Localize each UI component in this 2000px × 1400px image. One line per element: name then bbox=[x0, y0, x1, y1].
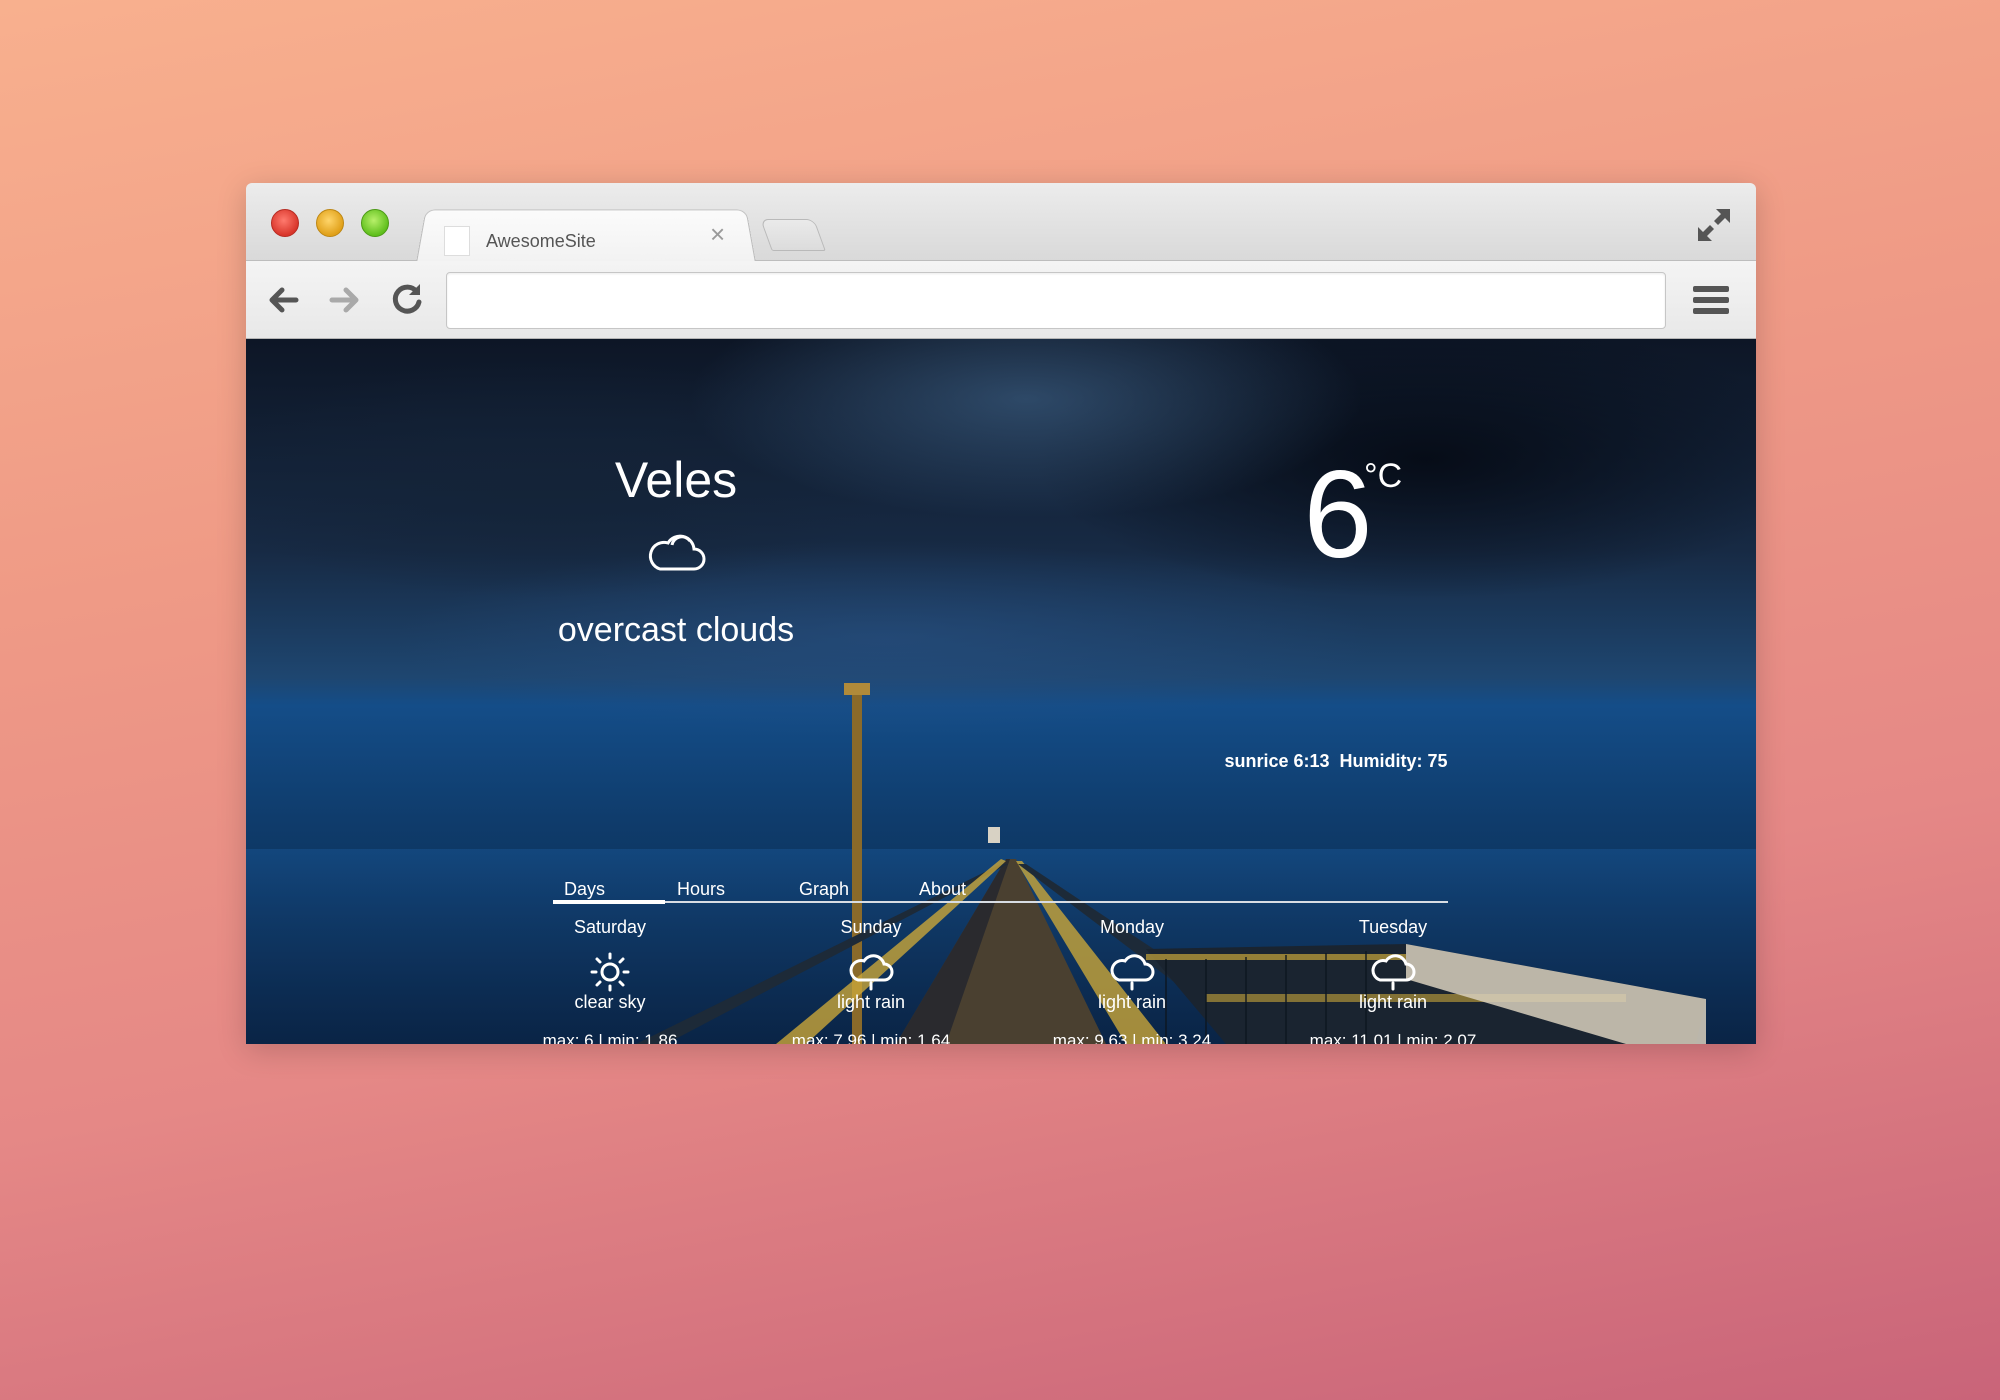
day-name: Tuesday bbox=[1358, 917, 1428, 937]
browser-window: AwesomeSite × Veles overcast clouds 6 °C… bbox=[246, 183, 1756, 1044]
forecast-tabs: Days Hours Graph About bbox=[553, 879, 1448, 904]
day-min-max: max: 6 | min: 1.86 bbox=[542, 1031, 678, 1044]
forecast-day: Monday light rain max: 9.63 | min: 3.24 bbox=[1022, 917, 1242, 1044]
back-arrow-icon[interactable] bbox=[262, 279, 304, 321]
day-name: Saturday bbox=[573, 917, 647, 937]
page-viewport: Veles overcast clouds 6 °C sunrice 6:13 H… bbox=[246, 339, 1756, 1044]
browser-titlebar: AwesomeSite × bbox=[246, 183, 1756, 263]
page-icon bbox=[444, 226, 470, 256]
close-window-button[interactable] bbox=[271, 209, 299, 237]
active-tab-indicator bbox=[553, 900, 665, 904]
weather-panel: Veles overcast clouds 6 °C sunrice 6:13 H… bbox=[246, 339, 1756, 1044]
day-name: Sunday bbox=[840, 917, 902, 937]
tab-days[interactable]: Days bbox=[564, 879, 605, 900]
reload-icon[interactable] bbox=[386, 279, 428, 321]
address-bar[interactable] bbox=[446, 272, 1666, 329]
tab-title: AwesomeSite bbox=[486, 230, 596, 251]
temperature-unit: °C bbox=[1364, 457, 1403, 495]
day-min-max: max: 7.96 | min: 1.64 bbox=[791, 1031, 951, 1044]
tab-label-group: AwesomeSite bbox=[440, 223, 740, 259]
tab-about[interactable]: About bbox=[919, 879, 966, 900]
fullscreen-icon[interactable] bbox=[1694, 205, 1734, 245]
tab-hours[interactable]: Hours bbox=[677, 879, 725, 900]
menu-icon[interactable] bbox=[1691, 283, 1731, 317]
forecast-day: Tuesday light rain max: 11.01 | min: 2.0… bbox=[1283, 917, 1503, 1044]
minimize-window-button[interactable] bbox=[316, 209, 344, 237]
weather-details: sunrice 6:13 Humidity: 75 bbox=[1186, 751, 1486, 772]
day-min-max: max: 11.01 | min: 2.07 bbox=[1309, 1031, 1477, 1044]
day-description: light rain bbox=[1097, 992, 1167, 1012]
rain-cloud-icon bbox=[1110, 954, 1155, 991]
sun-icon bbox=[590, 952, 630, 992]
day-description: light rain bbox=[1358, 992, 1428, 1012]
city-name: Veles bbox=[614, 452, 738, 508]
day-description: light rain bbox=[836, 992, 906, 1012]
rain-cloud-icon bbox=[1371, 954, 1416, 991]
rain-cloud-icon bbox=[849, 954, 894, 991]
browser-toolbar bbox=[246, 261, 1756, 339]
forecast-day: Sunday light rain max: 7.96 | min: 1.64 bbox=[761, 917, 981, 1044]
tab-graph[interactable]: Graph bbox=[799, 879, 849, 900]
tab-close-icon[interactable]: × bbox=[710, 219, 725, 250]
humidity-value: Humidity: 75 bbox=[1339, 751, 1448, 771]
day-min-max: max: 9.63 | min: 3.24 bbox=[1052, 1031, 1212, 1044]
new-tab-button[interactable] bbox=[760, 219, 826, 251]
forward-arrow-icon[interactable] bbox=[324, 279, 366, 321]
forecast-day: Saturday clear sky max: 6 | min: 1.86 bbox=[500, 917, 720, 1044]
zoom-window-button[interactable] bbox=[361, 209, 389, 237]
cloud-icon bbox=[648, 534, 706, 571]
weather-description: overcast clouds bbox=[557, 611, 795, 649]
day-name: Monday bbox=[1099, 917, 1165, 937]
day-description: clear sky bbox=[574, 992, 646, 1012]
sunrise-time: sunrice 6:13 bbox=[1224, 751, 1330, 771]
